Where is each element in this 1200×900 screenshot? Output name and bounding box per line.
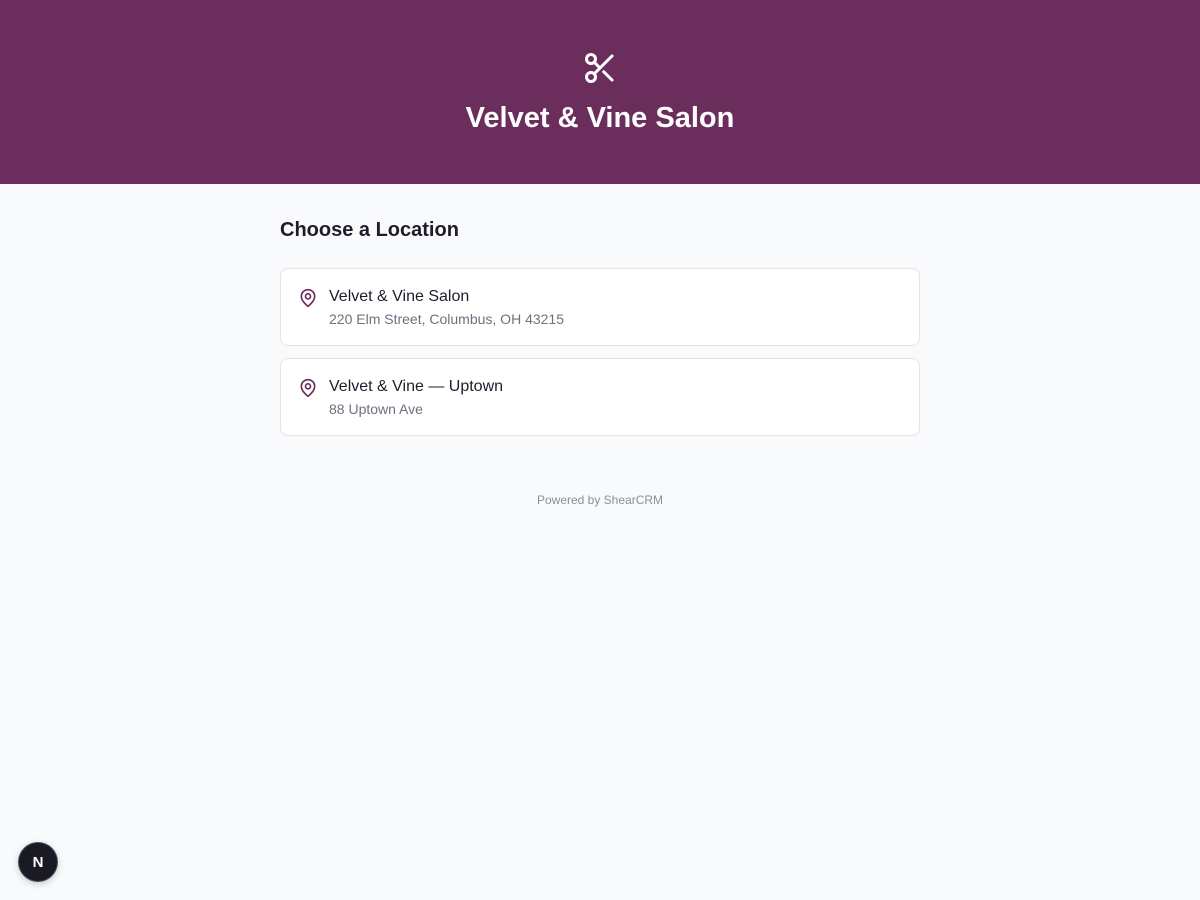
- location-address: 88 Uptown Ave: [329, 401, 423, 417]
- location-picker: Choose a Location Velvet & Vine Salon 22…: [280, 184, 920, 448]
- page-title: Choose a Location: [280, 219, 459, 241]
- dev-tools-badge[interactable]: N: [19, 843, 57, 881]
- powered-by-footer: Powered by ShearCRM: [536, 493, 664, 507]
- location-name: Velvet & Vine Salon: [329, 288, 470, 305]
- location-address: 220 Elm Street, Columbus, OH 43215: [329, 311, 565, 327]
- map-pin-icon: [300, 288, 316, 308]
- header: Velvet & Vine Salon: [0, 0, 1200, 184]
- location-list: Velvet & Vine Salon 220 Elm Street, Colu…: [280, 268, 920, 436]
- location-card-main[interactable]: Velvet & Vine Salon 220 Elm Street, Colu…: [280, 268, 920, 346]
- salon-title: Velvet & Vine Salon: [465, 102, 735, 134]
- scissors-icon: [585, 53, 614, 83]
- location-name: Velvet & Vine — Uptown: [329, 378, 504, 395]
- map-pin-icon: [300, 378, 316, 398]
- location-card-uptown[interactable]: Velvet & Vine — Uptown 88 Uptown Ave: [280, 358, 920, 436]
